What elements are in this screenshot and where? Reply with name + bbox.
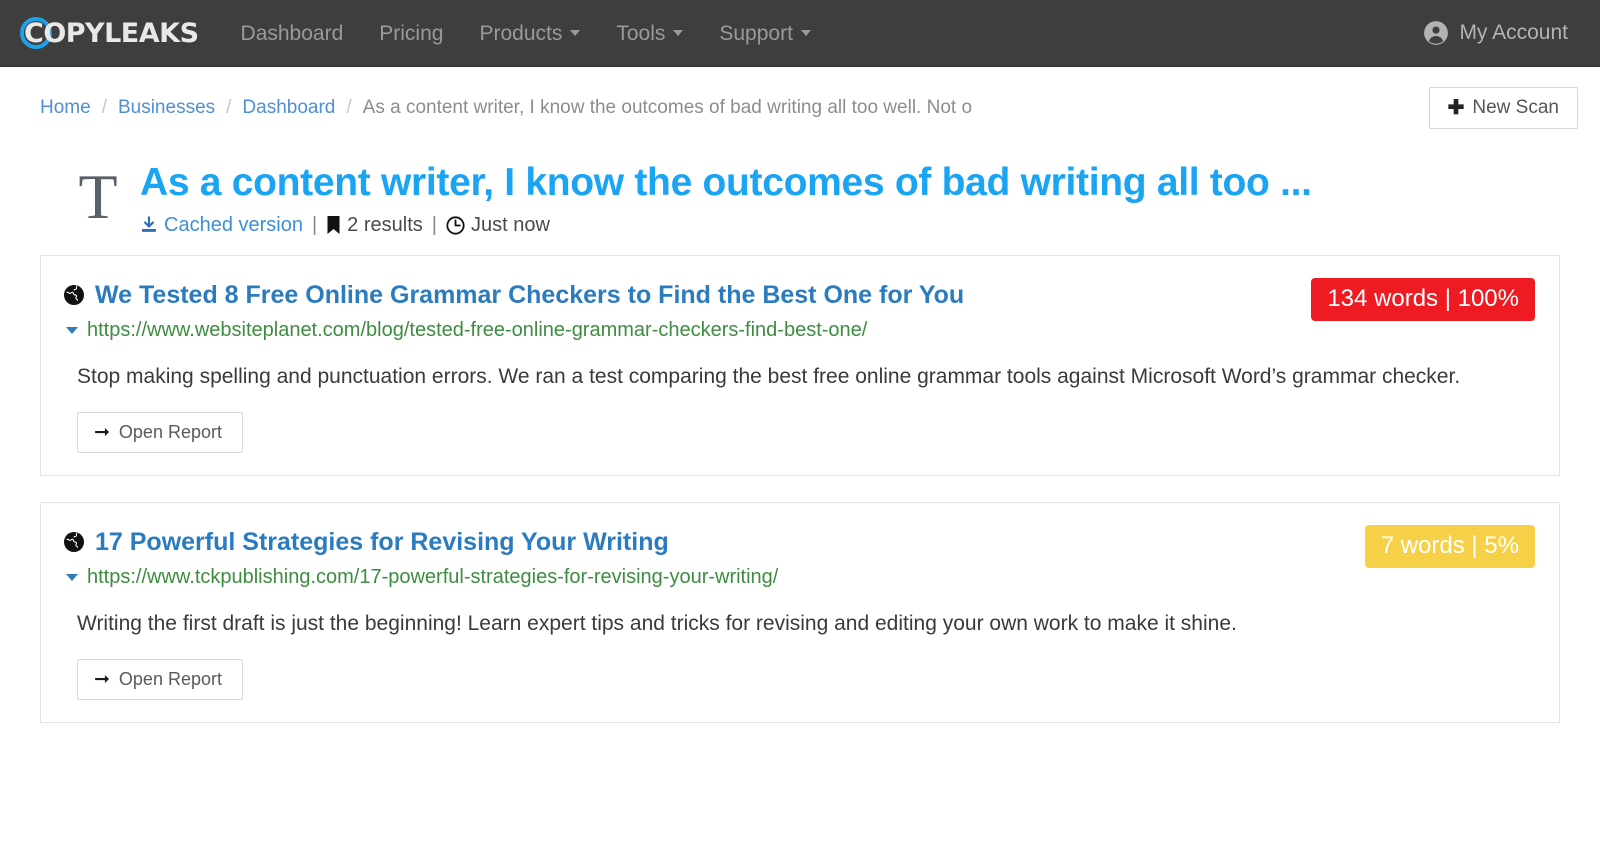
chevron-down-icon[interactable] [66,326,78,334]
open-report-button-label: Open Report [118,421,222,442]
document-header: T As a content writer, I know the outcom… [0,143,1600,245]
chevron-down-icon [800,30,811,36]
scan-time: Just now [446,214,550,237]
result-url-row: https://www.tckpublishing.com/17-powerfu… [63,566,1345,589]
meta-separator: | [311,213,318,236]
result-url-link[interactable]: https://www.tckpublishing.com/17-powerfu… [87,566,778,589]
nav-item-support[interactable]: Support [701,0,829,67]
my-account-label: My Account [1459,21,1568,44]
document-title-block: As a content writer, I know the outcomes… [134,161,1560,237]
nav-item-products[interactable]: Products [461,0,598,67]
chevron-down-icon [673,30,684,36]
top-navigation-bar: COPYLEAKS Dashboard Pricing Products Too… [0,0,1600,67]
logo-mark: COPYLEAKS [18,17,199,49]
nav-item-support-label: Support [719,21,793,45]
nav-item-products-label: Products [479,21,563,45]
match-badge: 134 words | 100% [1311,277,1535,322]
results-count-label: 2 results [347,213,423,236]
breadcrumb-item-current: As a content writer, I know the outcomes… [362,97,973,118]
nav-item-tools[interactable]: Tools [598,0,701,67]
result-description: Writing the first draft is just the begi… [77,611,1237,635]
arrow-right-icon: ➞ [94,668,110,690]
result-card-header-left: 17 Powerful Strategies for Revising Your… [63,527,1365,589]
logo-text: COPYLEAKS [24,17,199,49]
breadcrumb-item-dashboard[interactable]: Dashboard [242,97,335,119]
new-scan-button[interactable]: ✚ New Scan [1428,87,1578,129]
open-report-button[interactable]: ➞ Open Report [77,658,243,700]
result-title-row: 17 Powerful Strategies for Revising Your… [63,527,1345,557]
breadcrumb-bar: Home / Businesses / Dashboard / As a con… [0,67,1600,143]
clock-icon [446,216,465,235]
open-report-button-label: Open Report [118,668,222,689]
app-page: COPYLEAKS Dashboard Pricing Products Too… [0,0,1600,842]
breadcrumb-separator: / [101,97,107,118]
copyleaks-logo[interactable]: COPYLEAKS [18,17,199,49]
user-circle-icon [1423,20,1449,46]
nav-item-pricing[interactable]: Pricing [361,0,461,67]
breadcrumb-item-businesses[interactable]: Businesses [118,97,215,119]
result-description: Stop making spelling and punctuation err… [77,364,1461,388]
bookmark-icon [326,216,341,235]
result-title-link[interactable]: We Tested 8 Free Online Grammar Checkers… [95,280,964,310]
arrow-right-icon: ➞ [94,421,110,443]
chevron-down-icon [570,30,581,36]
nav-item-dashboard-label: Dashboard [240,21,344,45]
breadcrumb-separator: / [346,97,352,118]
result-card-header: We Tested 8 Free Online Grammar Checkers… [63,277,1535,342]
meta-separator: | [431,213,437,236]
result-card-header: 17 Powerful Strategies for Revising Your… [63,524,1535,589]
nav-item-dashboard[interactable]: Dashboard [223,0,362,67]
nav-links: Dashboard Pricing Products Tools Support [223,0,829,67]
my-account-menu[interactable]: My Account [1423,20,1578,46]
result-url-link[interactable]: https://www.websiteplanet.com/blog/teste… [87,319,867,342]
new-scan-button-label: New Scan [1472,97,1559,118]
text-document-icon: T [78,161,118,232]
result-card: We Tested 8 Free Online Grammar Checkers… [40,254,1560,476]
cached-version-label: Cached version [164,213,303,236]
breadcrumb-separator: / [226,97,232,118]
nav-item-tools-label: Tools [616,21,666,45]
page-title: As a content writer, I know the outcomes… [140,161,1312,204]
result-url-row: https://www.websiteplanet.com/blog/teste… [63,319,1291,342]
match-badge: 7 words | 5% [1364,524,1535,569]
globe-icon [63,531,85,553]
plus-icon: ✚ [1447,97,1465,119]
globe-icon [63,284,85,306]
breadcrumb: Home / Businesses / Dashboard / As a con… [40,97,1429,119]
result-title-link[interactable]: 17 Powerful Strategies for Revising Your… [95,527,669,557]
result-card: 17 Powerful Strategies for Revising Your… [40,501,1560,723]
open-report-button[interactable]: ➞ Open Report [77,411,243,453]
results-list: We Tested 8 Free Online Grammar Checkers… [0,245,1600,779]
scan-time-label: Just now [470,213,550,236]
breadcrumb-item-home[interactable]: Home [40,97,91,119]
chevron-down-icon[interactable] [66,573,78,581]
result-card-header-left: We Tested 8 Free Online Grammar Checkers… [63,280,1311,342]
result-title-row: We Tested 8 Free Online Grammar Checkers… [63,280,1291,310]
results-count: 2 results [326,214,423,237]
cached-version-link[interactable]: Cached version [140,214,303,237]
download-icon [140,216,158,234]
document-meta: Cached version | 2 results | Just now [140,214,1560,237]
nav-item-pricing-label: Pricing [379,21,444,45]
